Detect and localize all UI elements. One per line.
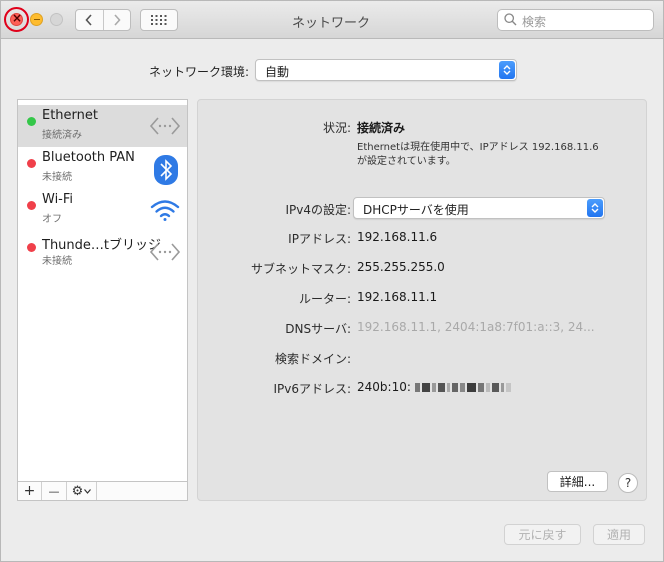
- status-dot-disconnected: [27, 201, 36, 210]
- dns-server-value: 192.168.11.1, 2404:1a8:7f01:a::3, 24...: [357, 320, 595, 334]
- status-description-line1: Ethernetは現在使用中で、IPアドレス 192.168.11.6: [357, 142, 599, 153]
- ipv6-address-label: IPv6アドレス:: [273, 382, 351, 396]
- service-item-bluetooth-pan[interactable]: Bluetooth PAN 未接続: [18, 147, 187, 189]
- chevron-left-icon: [85, 14, 92, 26]
- ip-address-value: 192.168.11.6: [357, 230, 438, 244]
- forward-button[interactable]: [102, 10, 131, 30]
- service-name: Bluetooth PAN: [42, 150, 135, 165]
- window-title: ネットワーク: [291, 16, 370, 31]
- grid-icon: [151, 15, 167, 25]
- back-button[interactable]: [76, 10, 103, 30]
- title-bar: ネットワーク 検索: [1, 1, 663, 39]
- subnet-mask-label: サブネットマスク:: [250, 262, 351, 276]
- help-button[interactable]: ?: [618, 473, 638, 493]
- ipv4-config-popup[interactable]: DHCPサーバを使用: [353, 197, 605, 219]
- popup-stepper-icon: [499, 61, 515, 79]
- ipv6-address-value: 240b:10:: [357, 380, 513, 394]
- service-status: 接続済み: [42, 130, 82, 141]
- status-description: Ethernetは現在使用中で、IPアドレス 192.168.11.6 が設定さ…: [357, 141, 599, 169]
- show-all-button[interactable]: [140, 9, 178, 31]
- ethernet-arrows-icon: [149, 117, 181, 135]
- status-dot-disconnected: [27, 243, 36, 252]
- ipv4-config-label: IPv4の設定:: [285, 203, 351, 217]
- ipv4-config-value: DHCPサーバを使用: [363, 203, 469, 217]
- close-button[interactable]: [10, 11, 23, 26]
- chevron-down-icon: [84, 488, 92, 494]
- router-value: 192.168.11.1: [357, 290, 438, 304]
- location-label: ネットワーク環境:: [148, 65, 249, 79]
- status-value: 接続済み: [357, 121, 406, 135]
- advanced-button[interactable]: 詳細...: [547, 471, 608, 492]
- gear-menu-button[interactable]: ⚙: [67, 482, 97, 500]
- wifi-icon: [150, 200, 180, 221]
- service-name: Thunde…tブリッジ: [42, 238, 162, 253]
- ethernet-arrows-icon: [149, 243, 181, 261]
- router-label: ルーター:: [298, 292, 351, 306]
- search-field[interactable]: 検索: [497, 9, 654, 31]
- add-service-button[interactable]: +: [18, 482, 42, 500]
- search-domain-label: 検索ドメイン:: [274, 352, 351, 366]
- location-value: 自動: [265, 65, 290, 79]
- service-list-toolbar: + — ⚙: [18, 481, 187, 500]
- search-placeholder: 検索: [522, 15, 547, 29]
- chevron-right-icon: [114, 14, 121, 26]
- service-status: 未接続: [42, 172, 72, 183]
- service-status: オフ: [42, 214, 62, 225]
- service-name: Wi-Fi: [42, 192, 74, 207]
- minimize-button[interactable]: [30, 13, 43, 26]
- dns-server-label: DNSサーバ:: [285, 322, 351, 336]
- zoom-button[interactable]: [50, 13, 63, 26]
- service-name: Ethernet: [42, 108, 98, 123]
- service-status: 未接続: [42, 256, 72, 267]
- location-popup[interactable]: 自動: [255, 59, 517, 81]
- network-preferences-window: ネットワーク 検索 ネットワーク環境: 自動 Ethernet 接続済み Blu…: [0, 0, 664, 562]
- status-dot-connected: [27, 117, 36, 126]
- apply-button[interactable]: 適用: [593, 524, 645, 545]
- back-forward-group: [75, 9, 131, 31]
- status-label: 状況:: [322, 121, 351, 135]
- revert-button[interactable]: 元に戻す: [504, 524, 581, 545]
- status-dot-disconnected: [27, 159, 36, 168]
- bluetooth-icon: [154, 155, 178, 185]
- ipv6-address-prefix: 240b:10:: [357, 380, 411, 394]
- redacted-address-mosaic: [414, 380, 513, 394]
- ip-address-label: IPアドレス:: [288, 232, 351, 246]
- service-item-wifi[interactable]: Wi-Fi オフ: [18, 189, 187, 231]
- service-item-ethernet[interactable]: Ethernet 接続済み: [18, 105, 187, 147]
- gear-icon: ⚙: [71, 483, 84, 499]
- search-icon: [504, 13, 517, 26]
- popup-stepper-icon: [587, 199, 603, 217]
- status-description-line2: が設定されています。: [357, 156, 456, 167]
- subnet-mask-value: 255.255.255.0: [357, 260, 445, 274]
- service-item-thunderbolt-bridge[interactable]: Thunde…tブリッジ 未接続: [18, 231, 187, 273]
- remove-service-button[interactable]: —: [42, 482, 67, 500]
- service-list: Ethernet 接続済み Bluetooth PAN 未接続 Wi-Fi オフ: [17, 99, 188, 501]
